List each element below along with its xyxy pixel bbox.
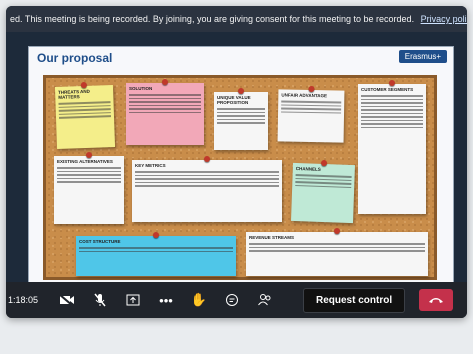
- note-unfair-advantage: Unfair advantage: [277, 85, 345, 143]
- slide-title: Our proposal: [37, 51, 113, 65]
- corkboard: Threats and matters Solution Unique valu…: [43, 75, 437, 280]
- note-unique-value: Unique value proposition: [214, 88, 268, 150]
- note-cost-structure: Cost structure: [76, 232, 236, 276]
- request-control-button[interactable]: Request control: [303, 287, 406, 313]
- mic-off-icon[interactable]: [86, 286, 114, 314]
- recording-banner: ed. This meeting is being recorded. By j…: [6, 6, 467, 32]
- participants-icon[interactable]: [251, 286, 279, 314]
- recording-notice: ed. This meeting is being recorded. By j…: [10, 14, 415, 24]
- note-customer-segments: Customer segments: [358, 80, 426, 214]
- chat-icon[interactable]: [218, 286, 246, 314]
- hang-up-button[interactable]: [419, 289, 454, 311]
- call-timer: 1:18:05: [8, 295, 39, 305]
- share-icon[interactable]: [119, 286, 147, 314]
- note-solution: Solution: [126, 79, 204, 145]
- phone-hangup-icon: [429, 298, 444, 303]
- note-existing-alternatives: Existing alternatives: [54, 152, 124, 224]
- meeting-window: ed. This meeting is being recorded. By j…: [6, 6, 467, 318]
- note-threats: Threats and matters: [54, 81, 116, 149]
- camera-off-icon[interactable]: [53, 286, 81, 314]
- privacy-policy-link[interactable]: Privacy policy: [421, 14, 467, 24]
- erasmus-logo: Erasmus+: [398, 50, 447, 63]
- more-icon[interactable]: •••: [152, 286, 180, 314]
- raise-hand-icon[interactable]: ✋: [185, 286, 213, 314]
- call-toolbar: 1:18:05 ••• ✋ Request control: [6, 282, 467, 318]
- note-channels: Channels: [291, 159, 355, 224]
- note-revenue-streams: Revenue streams: [246, 228, 428, 276]
- shared-slide: Our proposal Erasmus+ Threats and matter…: [28, 46, 454, 286]
- note-key-metrics: Key metrics: [132, 156, 282, 222]
